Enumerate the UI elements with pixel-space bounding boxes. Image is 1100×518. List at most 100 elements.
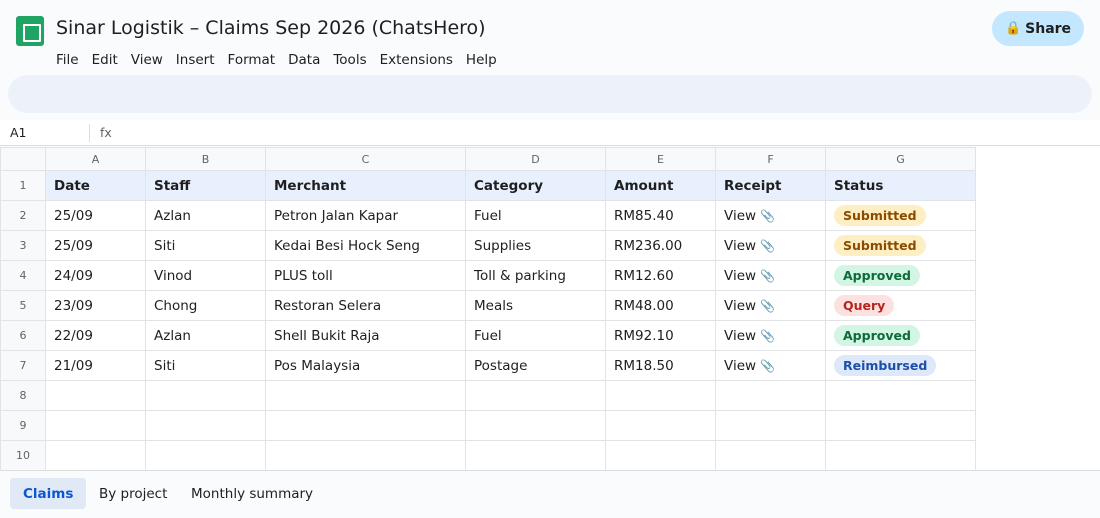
row-number[interactable]: 9: [0, 410, 46, 441]
header-cell[interactable]: Date: [45, 170, 146, 201]
header-cell[interactable]: Amount: [605, 170, 716, 201]
empty-cell[interactable]: [45, 410, 146, 441]
data-cell[interactable]: Postage: [465, 350, 606, 381]
receipt-cell[interactable]: View 📎: [715, 320, 826, 351]
sheets-logo-icon[interactable]: [16, 16, 44, 46]
empty-cell[interactable]: [465, 410, 606, 441]
column-header-b[interactable]: B: [145, 147, 266, 171]
empty-cell[interactable]: [825, 410, 976, 441]
receipt-view-link[interactable]: View: [724, 208, 756, 224]
empty-cell[interactable]: [715, 410, 826, 441]
status-cell[interactable]: Submitted: [825, 230, 976, 261]
receipt-view-link[interactable]: View: [724, 268, 756, 284]
data-cell[interactable]: 21/09: [45, 350, 146, 381]
data-cell[interactable]: Toll & parking: [465, 260, 606, 291]
data-cell[interactable]: Pos Malaysia: [265, 350, 466, 381]
column-header-f[interactable]: F: [715, 147, 826, 171]
document-title[interactable]: Sinar Logistik – Claims Sep 2026 (ChatsH…: [56, 17, 486, 39]
data-cell[interactable]: RM236.00: [605, 230, 716, 261]
data-cell[interactable]: 24/09: [45, 260, 146, 291]
data-cell[interactable]: Shell Bukit Raja: [265, 320, 466, 351]
column-header-d[interactable]: D: [465, 147, 606, 171]
empty-cell[interactable]: [45, 380, 146, 411]
share-button[interactable]: 🔒 Share: [992, 11, 1084, 46]
status-cell[interactable]: Approved: [825, 260, 976, 291]
receipt-view-link[interactable]: View: [724, 298, 756, 314]
header-cell[interactable]: Merchant: [265, 170, 466, 201]
receipt-cell[interactable]: View 📎: [715, 260, 826, 291]
menu-insert[interactable]: Insert: [176, 52, 215, 68]
data-cell[interactable]: RM48.00: [605, 290, 716, 321]
menu-view[interactable]: View: [131, 52, 163, 68]
empty-cell[interactable]: [145, 380, 266, 411]
row-number[interactable]: 8: [0, 380, 46, 411]
empty-cell[interactable]: [605, 440, 716, 471]
empty-cell[interactable]: [45, 440, 146, 471]
receipt-view-link[interactable]: View: [724, 328, 756, 344]
empty-cell[interactable]: [825, 380, 976, 411]
data-cell[interactable]: 25/09: [45, 230, 146, 261]
data-cell[interactable]: Azlan: [145, 200, 266, 231]
empty-cell[interactable]: [265, 410, 466, 441]
status-cell[interactable]: Approved: [825, 320, 976, 351]
receipt-view-link[interactable]: View: [724, 358, 756, 374]
header-cell[interactable]: Category: [465, 170, 606, 201]
data-cell[interactable]: PLUS toll: [265, 260, 466, 291]
empty-cell[interactable]: [265, 440, 466, 471]
row-number[interactable]: 5: [0, 290, 46, 321]
menu-data[interactable]: Data: [288, 52, 320, 68]
sheet-tab-claims[interactable]: Claims: [10, 478, 87, 509]
data-cell[interactable]: Azlan: [145, 320, 266, 351]
column-header-a[interactable]: A: [45, 147, 146, 171]
data-cell[interactable]: Supplies: [465, 230, 606, 261]
receipt-cell[interactable]: View 📎: [715, 200, 826, 231]
data-cell[interactable]: Meals: [465, 290, 606, 321]
row-number[interactable]: 7: [0, 350, 46, 381]
select-all-corner[interactable]: [0, 147, 46, 171]
empty-cell[interactable]: [465, 440, 606, 471]
data-cell[interactable]: Kedai Besi Hock Seng: [265, 230, 466, 261]
name-box[interactable]: A1: [10, 125, 27, 140]
row-number[interactable]: 10: [0, 440, 46, 471]
menu-tools[interactable]: Tools: [333, 52, 366, 68]
menu-format[interactable]: Format: [228, 52, 276, 68]
header-cell[interactable]: Staff: [145, 170, 266, 201]
menu-edit[interactable]: Edit: [92, 52, 118, 68]
data-cell[interactable]: RM85.40: [605, 200, 716, 231]
column-header-e[interactable]: E: [605, 147, 716, 171]
row-number[interactable]: 3: [0, 230, 46, 261]
empty-cell[interactable]: [715, 380, 826, 411]
status-cell[interactable]: Query: [825, 290, 976, 321]
status-cell[interactable]: Reimbursed: [825, 350, 976, 381]
data-cell[interactable]: Chong: [145, 290, 266, 321]
header-cell[interactable]: Receipt: [715, 170, 826, 201]
data-cell[interactable]: RM18.50: [605, 350, 716, 381]
data-cell[interactable]: Restoran Selera: [265, 290, 466, 321]
data-cell[interactable]: RM12.60: [605, 260, 716, 291]
data-cell[interactable]: 25/09: [45, 200, 146, 231]
empty-cell[interactable]: [145, 440, 266, 471]
empty-cell[interactable]: [265, 380, 466, 411]
data-cell[interactable]: 23/09: [45, 290, 146, 321]
data-cell[interactable]: Siti: [145, 230, 266, 261]
menu-file[interactable]: File: [56, 52, 79, 68]
data-cell[interactable]: RM92.10: [605, 320, 716, 351]
empty-cell[interactable]: [465, 380, 606, 411]
empty-cell[interactable]: [145, 410, 266, 441]
header-cell[interactable]: Status: [825, 170, 976, 201]
row-number[interactable]: 1: [0, 170, 46, 201]
receipt-cell[interactable]: View 📎: [715, 290, 826, 321]
menu-extensions[interactable]: Extensions: [380, 52, 453, 68]
receipt-view-link[interactable]: View: [724, 238, 756, 254]
column-header-g[interactable]: G: [825, 147, 976, 171]
empty-cell[interactable]: [825, 440, 976, 471]
column-header-c[interactable]: C: [265, 147, 466, 171]
receipt-cell[interactable]: View 📎: [715, 230, 826, 261]
data-cell[interactable]: Siti: [145, 350, 266, 381]
row-number[interactable]: 4: [0, 260, 46, 291]
data-cell[interactable]: Fuel: [465, 200, 606, 231]
row-number[interactable]: 6: [0, 320, 46, 351]
data-cell[interactable]: Vinod: [145, 260, 266, 291]
empty-cell[interactable]: [715, 440, 826, 471]
sheet-tab-monthly-summary[interactable]: Monthly summary: [178, 478, 326, 509]
